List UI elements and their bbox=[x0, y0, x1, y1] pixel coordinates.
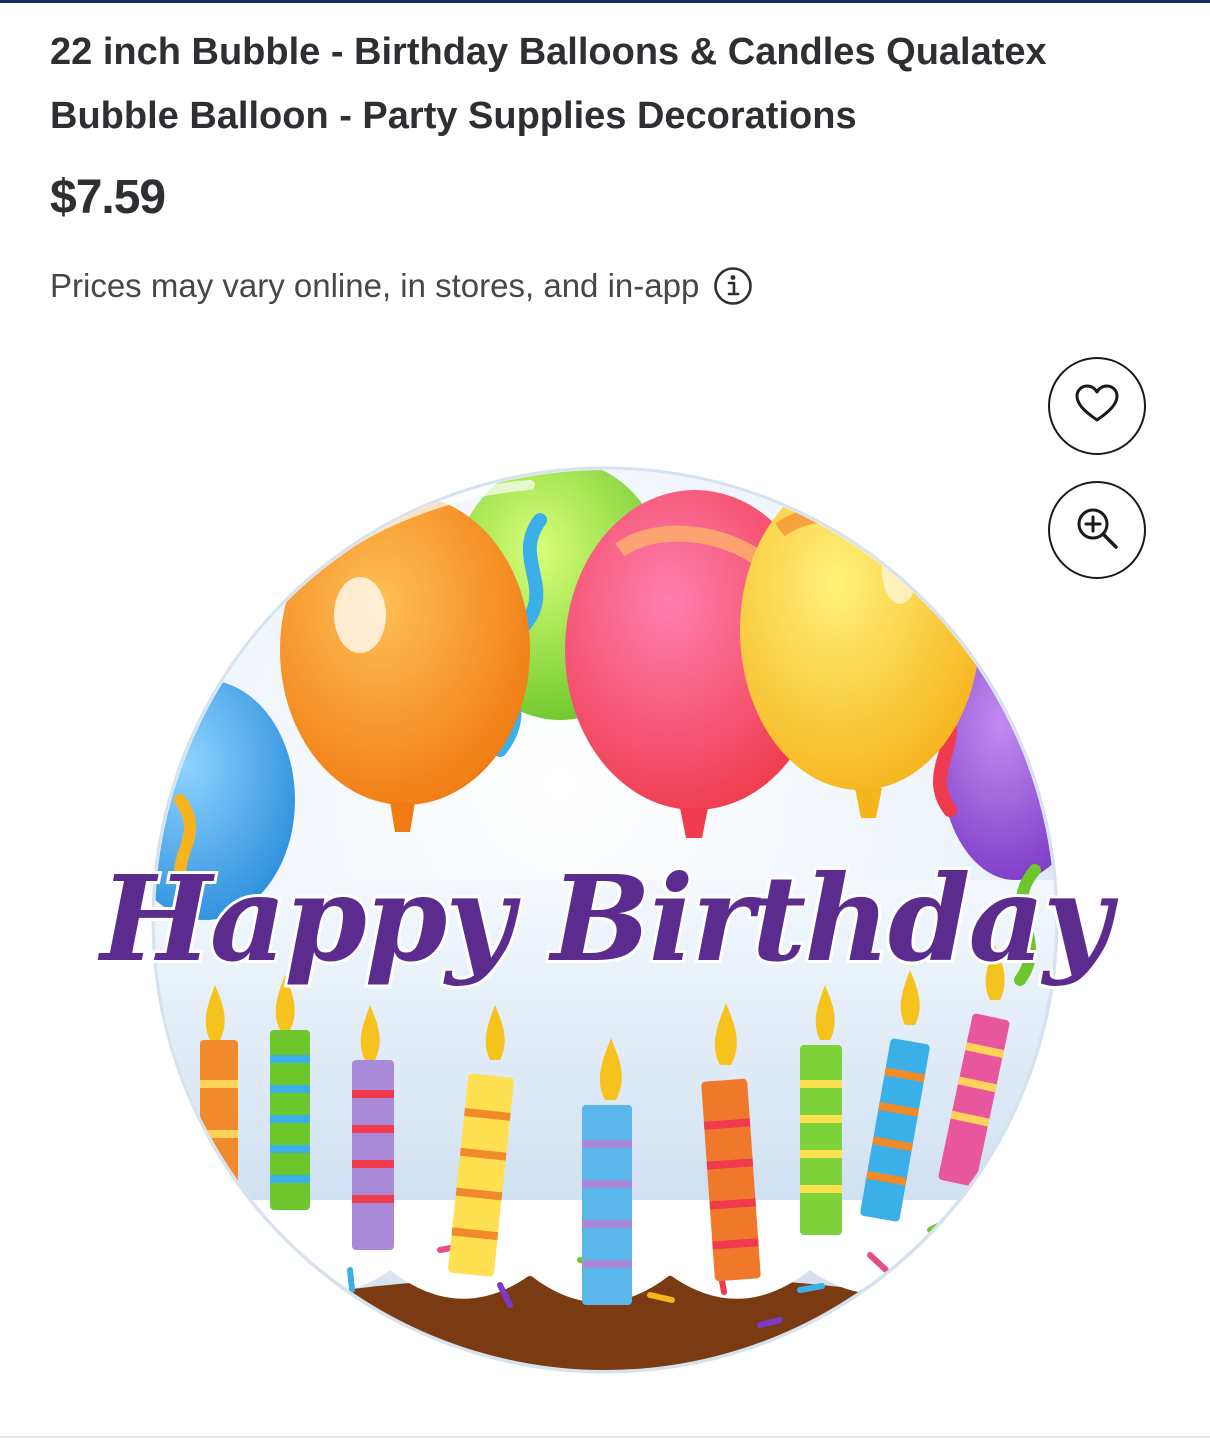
heart-icon bbox=[1074, 384, 1120, 429]
product-image[interactable]: Happy Birthday bbox=[60, 440, 1124, 1400]
info-icon[interactable] bbox=[713, 266, 753, 306]
balloon-lettering: Happy Birthday bbox=[97, 849, 1119, 988]
price-disclaimer-text: Prices may vary online, in stores, and i… bbox=[50, 267, 700, 304]
section-divider bbox=[0, 1436, 1210, 1438]
product-title: 22 inch Bubble - Birthday Balloons & Can… bbox=[50, 31, 1047, 137]
product-price: $7.59 bbox=[50, 171, 166, 224]
price-disclaimer: Prices may vary online, in stores, and i… bbox=[50, 262, 753, 310]
top-accent-bar bbox=[0, 0, 1210, 3]
birthday-bubble-balloon-illustration: Happy Birthday bbox=[94, 466, 1124, 1374]
